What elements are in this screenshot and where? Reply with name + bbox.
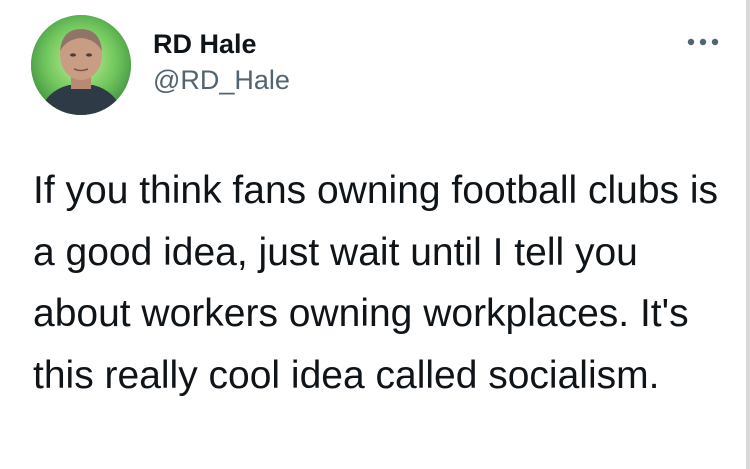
author-display-name[interactable]: RD Hale (153, 28, 257, 60)
tweet: RD Hale @RD_Hale If you think fans ownin… (0, 0, 750, 469)
more-horizontal-icon (687, 38, 719, 46)
tweet-text: If you think fans owning football clubs … (33, 169, 719, 397)
author-handle[interactable]: @RD_Hale (153, 64, 290, 96)
profile-photo-icon (31, 15, 131, 115)
avatar[interactable] (31, 15, 131, 115)
scrollbar[interactable] (746, 0, 750, 469)
more-options-button[interactable] (683, 30, 723, 54)
